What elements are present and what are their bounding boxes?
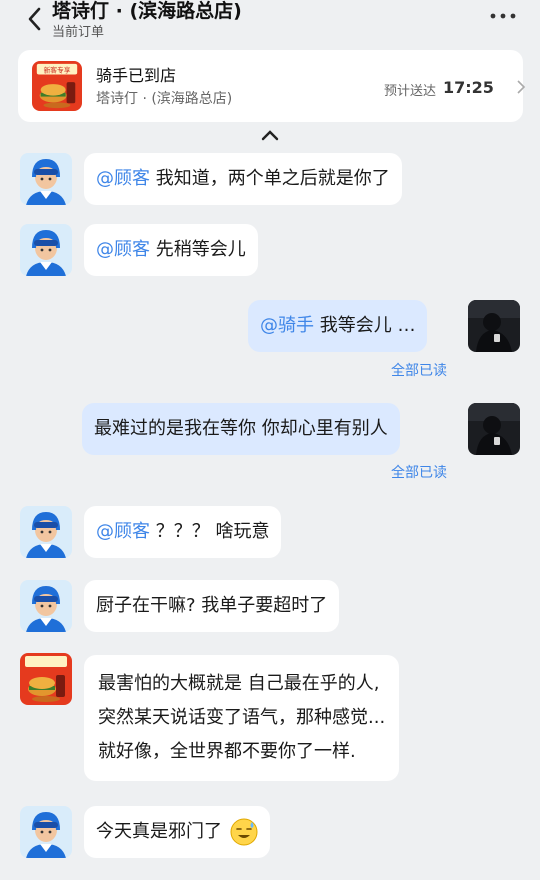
- shop-thumbnail: 新客专享: [32, 61, 82, 111]
- message-text: 今天真是邪门了: [96, 821, 222, 842]
- my-avatar[interactable]: [468, 403, 520, 455]
- message-bubble: @顾客 先稍等会儿: [84, 224, 258, 276]
- message-text: ？？？ 啥玩意: [155, 521, 270, 542]
- message-line: 就好像，全世界都不要你了一样.: [98, 741, 356, 762]
- chat-header: 塔诗仃 · (滨海路总店) 当前订单: [0, 0, 540, 48]
- eta-label: 预计送达: [384, 84, 437, 99]
- message-text: 厨子在干嘛? 我单子要超时了: [96, 595, 328, 616]
- message-text: 我等会儿 …: [319, 315, 416, 336]
- rider-avatar[interactable]: [20, 506, 72, 558]
- message-text: 先稍等会儿: [155, 239, 246, 260]
- chat-title: 塔诗仃 · (滨海路总店): [52, 0, 242, 22]
- mention-tag[interactable]: @顾客: [96, 168, 150, 189]
- back-arrow-icon[interactable]: [20, 4, 50, 34]
- my-avatar[interactable]: [468, 300, 520, 352]
- message-bubble: @顾客 ？？？ 啥玩意: [84, 506, 282, 558]
- message-text: 最难过的是我在等你 你却心里有别人: [94, 418, 388, 439]
- message-bubble: 最害怕的大概就是 自己最在乎的人, 突然某天说话变了语气，那种感觉... 就好像…: [84, 655, 400, 781]
- message-line: 突然某天说话变了语气，那种感觉...: [98, 707, 386, 728]
- mention-tag[interactable]: @顾客: [96, 521, 150, 542]
- more-options-icon[interactable]: [488, 6, 518, 26]
- sweat-smile-emoji-icon: [230, 818, 258, 846]
- eta-time: 17:25: [443, 78, 494, 97]
- message-bubble: 今天真是邪门了: [84, 806, 270, 858]
- order-status: 骑手已到店: [96, 66, 177, 85]
- order-card[interactable]: 新客专享 骑手已到店 塔诗仃 · (滨海路总店) 预计送达 17:25: [18, 50, 526, 122]
- message-text: 我知道，两个单之后就是你了: [155, 168, 390, 189]
- order-shop-name: 塔诗仃 · (滨海路总店): [96, 91, 233, 107]
- my-message-bubble: @骑手 我等会儿 …: [248, 300, 428, 352]
- message-bubble: @顾客 我知道，两个单之后就是你了: [84, 153, 402, 205]
- message-bubble: 厨子在干嘛? 我单子要超时了: [84, 580, 340, 632]
- rider-avatar[interactable]: [20, 580, 72, 632]
- read-status: 全部已读: [391, 465, 447, 481]
- my-message-bubble: 最难过的是我在等你 你却心里有别人: [82, 403, 400, 455]
- thumb-badge-text: 新客专享: [44, 66, 71, 75]
- chevron-right-icon: [517, 80, 526, 94]
- collapse-chevron-up-icon[interactable]: [258, 128, 282, 142]
- rider-avatar[interactable]: [20, 806, 72, 858]
- shop-avatar[interactable]: [20, 653, 72, 705]
- chat-subtitle: 当前订单: [52, 25, 105, 40]
- mention-tag[interactable]: @顾客: [96, 239, 150, 260]
- rider-avatar[interactable]: [20, 224, 72, 276]
- rider-avatar[interactable]: [20, 153, 72, 205]
- read-status: 全部已读: [391, 363, 447, 379]
- mention-tag[interactable]: @骑手: [260, 315, 314, 336]
- message-line: 最害怕的大概就是 自己最在乎的人,: [98, 673, 380, 694]
